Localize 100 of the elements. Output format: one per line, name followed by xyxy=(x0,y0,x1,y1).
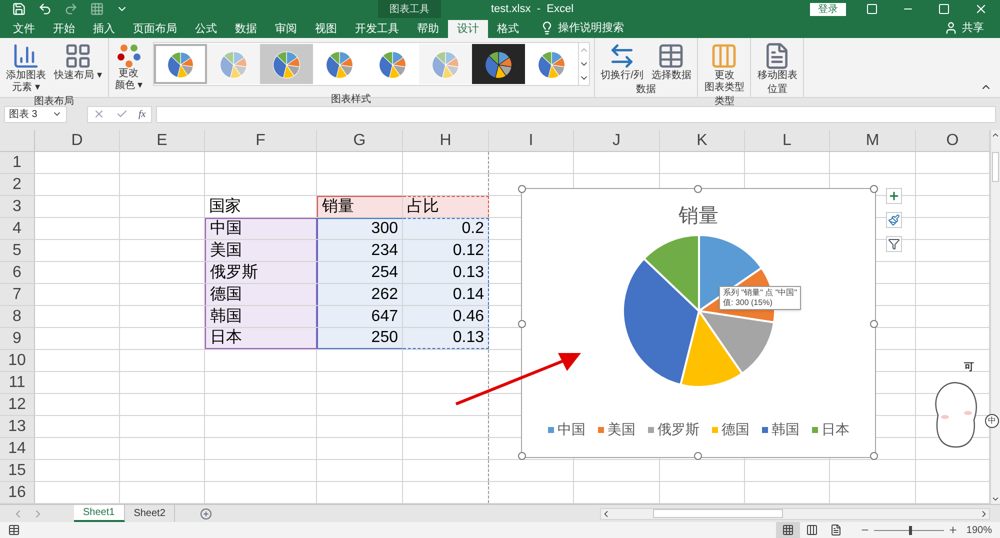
column-header[interactable]: D xyxy=(35,130,120,151)
table-cell-text: 234 xyxy=(371,240,398,260)
new-sheet-icon[interactable] xyxy=(200,508,212,520)
chart-style-thumbnail[interactable] xyxy=(206,44,260,84)
chart-elements-button[interactable] xyxy=(886,188,902,204)
zoom-in-icon[interactable] xyxy=(948,525,958,535)
resize-handle[interactable] xyxy=(518,320,526,328)
row-header[interactable]: 15 xyxy=(0,460,35,481)
ribbon-tab[interactable]: 设计 xyxy=(448,20,488,38)
share-button[interactable]: 共享 xyxy=(962,20,984,36)
bar-chart-icon xyxy=(710,42,738,70)
row-header[interactable]: 7 xyxy=(0,284,35,305)
ribbon-tab[interactable]: 插入 xyxy=(84,20,124,38)
row-header[interactable]: 12 xyxy=(0,394,35,415)
ribbon-tab[interactable]: 帮助 xyxy=(408,20,448,38)
column-header[interactable]: K xyxy=(660,130,745,151)
column-header[interactable]: L xyxy=(745,130,830,151)
insert-function-button[interactable]: fx xyxy=(138,106,146,122)
pie-slice[interactable] xyxy=(622,258,700,386)
sheet-tab[interactable]: Sheet1 xyxy=(74,505,125,522)
column-header[interactable]: H xyxy=(403,130,489,151)
row-header[interactable]: 16 xyxy=(0,482,35,503)
chart-area[interactable]: 销量 中国 美国 俄罗斯 德国 韩国 日本 系列 "销量" 点 "中国" 值: 300 (15%) xyxy=(521,188,876,458)
row-header[interactable]: 1 xyxy=(0,152,35,173)
row-header[interactable]: 11 xyxy=(0,372,35,393)
pie-thumbnail-drawing xyxy=(272,51,300,78)
ribbon-tab[interactable]: 页面布局 xyxy=(124,20,186,38)
horizontal-scroll-thumb[interactable] xyxy=(653,509,783,518)
column-header[interactable]: G xyxy=(317,130,403,151)
row-header[interactable]: 2 xyxy=(0,174,35,195)
undo-icon[interactable] xyxy=(38,2,52,16)
restore-icon[interactable] xyxy=(938,3,950,15)
chart-filters-button[interactable] xyxy=(886,236,902,252)
chart-styles-button[interactable] xyxy=(886,212,902,228)
name-box[interactable]: 图表 3 xyxy=(4,106,67,122)
ribbon-tab[interactable]: 公式 xyxy=(186,20,226,38)
ribbon-button[interactable]: 更改 图表类型 xyxy=(702,42,746,94)
tooltip-text: 系列 "销量" 点 "中国" xyxy=(723,288,798,298)
ribbon-tab[interactable]: 格式 xyxy=(488,20,528,38)
save-icon[interactable] xyxy=(12,2,26,16)
zoom-thumb[interactable] xyxy=(909,526,912,534)
row-header[interactable]: 10 xyxy=(0,350,35,371)
column-header[interactable]: I xyxy=(489,130,574,151)
sign-in-button[interactable]: 登录 xyxy=(810,2,846,16)
table-cell-text: 韩国 xyxy=(210,306,242,326)
ribbon-tab[interactable]: 文件 xyxy=(4,20,44,38)
row-header[interactable]: 8 xyxy=(0,306,35,327)
pie-slice[interactable] xyxy=(642,235,700,312)
zoom-level[interactable]: 190% xyxy=(966,522,992,538)
ribbon-tab[interactable]: 审阅 xyxy=(266,20,306,38)
ribbon-button[interactable]: 移动图表 xyxy=(755,42,800,82)
chart-style-thumbnail[interactable] xyxy=(260,44,313,84)
ribbon-button[interactable]: 快速布局 ▾ xyxy=(52,42,104,82)
group-label: 图表样式 xyxy=(330,92,372,107)
chart-style-thumbnail[interactable] xyxy=(154,44,207,84)
row-header[interactable]: 6 xyxy=(0,262,35,283)
sticker-text: 可 xyxy=(964,361,974,375)
view-button[interactable] xyxy=(776,522,800,538)
column-header[interactable]: J xyxy=(574,130,660,151)
ribbon-button[interactable]: 更改 颜色 ▾ xyxy=(112,42,145,92)
legend-label: 美国 xyxy=(608,420,636,439)
chart-add-icon xyxy=(12,42,40,70)
resize-handle[interactable] xyxy=(694,452,702,460)
chart-style-thumbnail[interactable] xyxy=(418,44,472,84)
tell-me-search[interactable]: 操作说明搜索 xyxy=(558,20,624,36)
chart-style-thumbnail[interactable] xyxy=(472,44,525,84)
row-header[interactable]: 5 xyxy=(0,240,35,261)
row-header[interactable]: 14 xyxy=(0,438,35,459)
ribbon-display-icon[interactable] xyxy=(866,3,878,15)
ribbon-tab[interactable]: 开始 xyxy=(44,20,84,38)
pie-slice[interactable] xyxy=(680,310,744,388)
enter-icon[interactable] xyxy=(116,108,128,120)
vertical-scroll-thumb[interactable] xyxy=(992,152,999,182)
pie-slice[interactable] xyxy=(698,310,776,375)
window-title: test.xlsx - Excel xyxy=(491,2,574,17)
resize-handle[interactable] xyxy=(518,185,526,193)
resize-handle[interactable] xyxy=(694,185,702,193)
ribbon-button[interactable]: 选择数据 xyxy=(649,42,694,82)
ribbon-tab[interactable]: 开发工具 xyxy=(346,20,408,38)
ime-badge[interactable]: 中 xyxy=(985,414,999,428)
resize-handle[interactable] xyxy=(518,452,526,460)
row-header[interactable]: 4 xyxy=(0,218,35,239)
ribbon-button[interactable]: 添加图表 元素 ▾ xyxy=(4,42,48,94)
row-header[interactable]: 3 xyxy=(0,196,35,217)
ribbon-button[interactable]: 切换行/列 xyxy=(598,42,646,82)
ribbon-tab[interactable]: 视图 xyxy=(306,20,346,38)
resize-handle[interactable] xyxy=(870,452,878,460)
column-header[interactable]: F xyxy=(205,130,317,151)
resize-handle[interactable] xyxy=(870,185,878,193)
close-icon[interactable] xyxy=(974,2,988,16)
row-header[interactable]: 13 xyxy=(0,416,35,437)
row-header[interactable]: 9 xyxy=(0,328,35,349)
ribbon-tab[interactable]: 数据 xyxy=(226,20,266,38)
table-cell-text: 德国 xyxy=(210,284,242,304)
column-header[interactable]: E xyxy=(120,130,205,151)
cancel-icon[interactable] xyxy=(93,108,106,120)
formula-field[interactable] xyxy=(156,106,996,122)
page-icon xyxy=(830,524,842,536)
resize-handle[interactable] xyxy=(870,320,878,328)
column-header[interactable]: M xyxy=(830,130,916,151)
